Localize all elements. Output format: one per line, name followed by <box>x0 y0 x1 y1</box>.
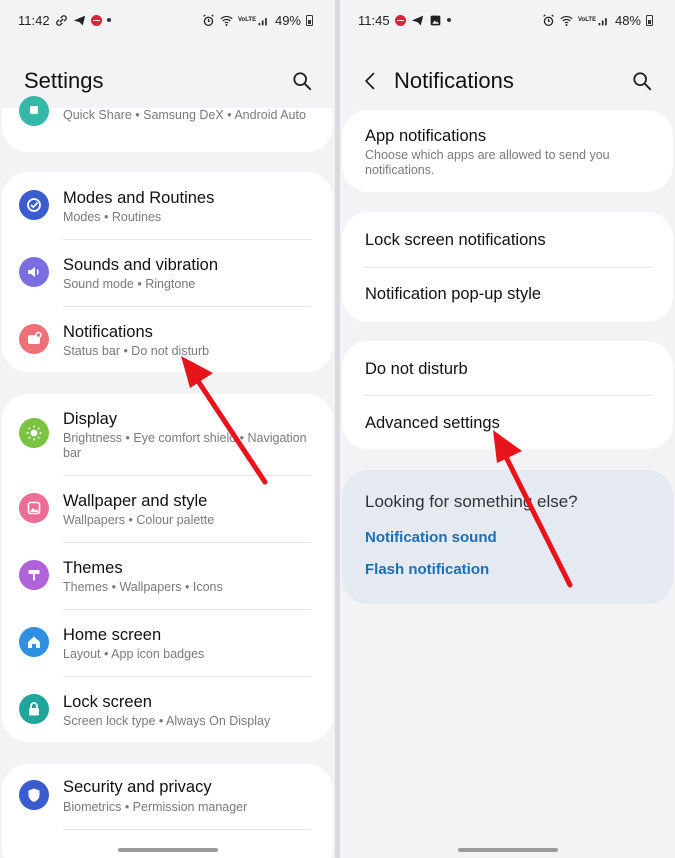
alarm-icon <box>202 13 215 27</box>
status-time: 11:45 <box>358 12 390 28</box>
app-notifications-card: App notifications Choose which apps are … <box>342 110 673 192</box>
wallpaper-icon <box>19 493 49 523</box>
suggestions-card: Looking for something else? Notification… <box>342 470 673 604</box>
search-icon[interactable] <box>291 70 313 92</box>
settings-screen: 11:42 VoLTE 49% Settings Quick Share • S… <box>0 0 335 858</box>
item-title: Lock screen <box>63 693 152 711</box>
app-notifications-item[interactable]: App notifications Choose which apps are … <box>342 110 673 192</box>
display-icon <box>19 418 49 448</box>
app-header: Settings <box>0 60 335 102</box>
volte-label: VoLTE <box>577 17 597 23</box>
item-subtitle: Sound mode • Ringtone <box>63 277 196 291</box>
divider <box>63 829 311 830</box>
back-arrow-icon[interactable] <box>360 69 382 93</box>
advanced-settings-item[interactable]: Advanced settings <box>342 395 673 449</box>
sound-icon <box>19 257 49 287</box>
item-subtitle: Biometrics • Permission manager <box>63 800 248 814</box>
flash-notification-link[interactable]: Flash notification <box>365 561 489 578</box>
settings-group-2: Display Brightness • Eye comfort shield … <box>2 394 333 742</box>
item-subtitle: Status bar • Do not disturb <box>63 344 210 358</box>
more-notifications-dot-icon <box>446 18 451 22</box>
settings-item-lock-screen[interactable]: Lock screen Screen lock type • Always On… <box>2 676 333 742</box>
notification-popup-style-item[interactable]: Notification pop-up style <box>342 267 673 322</box>
item-title: Themes <box>63 559 123 577</box>
battery-percent: 49% <box>274 12 301 28</box>
app-header: Notifications <box>340 60 675 102</box>
telegram-icon <box>411 14 424 27</box>
do-not-disturb-icon <box>90 14 102 26</box>
settings-item-sounds-and-vibration[interactable]: Sounds and vibration Sound mode • Ringto… <box>2 239 333 306</box>
settings-item-wallpaper-and-style[interactable]: Wallpaper and style Wallpapers • Colour … <box>2 475 333 542</box>
battery-icon <box>306 14 313 26</box>
item-title: Home screen <box>63 626 162 644</box>
item-title: Notification pop-up style <box>365 285 542 303</box>
notification-icon <box>19 324 49 354</box>
notification-sound-link[interactable]: Notification sound <box>365 529 497 546</box>
wifi-icon <box>220 14 233 27</box>
home-icon <box>19 627 49 657</box>
item-title: Sounds and vibration <box>63 256 219 274</box>
settings-group-3: Security and privacy Biometrics • Permis… <box>2 764 333 858</box>
do-not-disturb-item[interactable]: Do not disturb <box>342 341 673 395</box>
modes-icon <box>19 190 49 220</box>
more-notifications-dot-icon <box>106 18 111 22</box>
item-subtitle: Brightness • Eye comfort shield • Naviga… <box>63 431 307 460</box>
item-title: Display <box>63 410 118 428</box>
search-icon[interactable] <box>631 70 653 92</box>
navigation-handle[interactable] <box>117 848 218 852</box>
dnd-advanced-card: Do not disturb Advanced settings <box>342 341 673 449</box>
item-title: Do not disturb <box>365 360 468 378</box>
item-title: Security and privacy <box>63 778 212 796</box>
themes-icon <box>19 560 49 590</box>
page-title: Settings <box>24 68 104 93</box>
settings-item-display[interactable]: Display Brightness • Eye comfort shield … <box>2 394 333 475</box>
item-subtitle: Layout • App icon badges <box>63 647 205 661</box>
telegram-icon <box>73 14 86 27</box>
navigation-handle[interactable] <box>457 848 558 852</box>
connected-devices-card[interactable]: Quick Share • Samsung DeX • Android Auto <box>2 96 333 152</box>
settings-item-modes-and-routines[interactable]: Modes and Routines Modes • Routines <box>2 172 333 239</box>
page-title: Notifications <box>394 68 514 93</box>
item-subtitle: Screen lock type • Always On Display <box>63 714 271 728</box>
status-bar: 11:42 VoLTE 49% <box>0 0 335 40</box>
lockscreen-popup-card: Lock screen notifications Notification p… <box>342 212 673 322</box>
item-title: Modes and Routines <box>63 189 215 207</box>
signal-icon <box>597 14 610 27</box>
settings-item-themes[interactable]: Themes Themes • Wallpapers • Icons <box>2 542 333 609</box>
gallery-icon <box>429 14 442 27</box>
item-title: App notifications <box>365 127 487 145</box>
status-bar: 11:45 VoLTE 48% <box>340 0 675 40</box>
item-subtitle: Choose which apps are allowed to send yo… <box>365 148 610 177</box>
volte-label: VoLTE <box>237 17 257 23</box>
item-title: Lock screen notifications <box>365 231 546 249</box>
shield-icon <box>19 780 49 810</box>
item-subtitle: Themes • Wallpapers • Icons <box>63 580 223 594</box>
lock-screen-notifications-item[interactable]: Lock screen notifications <box>342 212 673 267</box>
item-subtitle: Modes • Routines <box>63 210 162 224</box>
suggestions-title: Looking for something else? <box>365 492 578 511</box>
status-time: 11:42 <box>18 12 50 28</box>
link-icon <box>55 14 68 27</box>
connected-devices-icon <box>19 96 49 126</box>
item-subtitle: Wallpapers • Colour palette <box>63 513 215 527</box>
notifications-screen: 11:45 VoLTE 48% Notifications App notifi… <box>340 0 675 858</box>
connected-devices-item[interactable]: Quick Share • Samsung DeX • Android Auto <box>2 96 333 152</box>
settings-item-security-and-privacy[interactable]: Security and privacy Biometrics • Permis… <box>2 764 333 831</box>
alarm-icon <box>542 13 555 27</box>
wifi-icon <box>560 14 573 27</box>
item-title: Advanced settings <box>365 414 500 432</box>
lock-icon <box>19 694 49 724</box>
connected-devices-subtitle: Quick Share • Samsung DeX • Android Auto <box>63 108 306 122</box>
item-title: Notifications <box>63 323 153 341</box>
battery-percent: 48% <box>614 12 641 28</box>
settings-item-notifications[interactable]: Notifications Status bar • Do not distur… <box>2 306 333 372</box>
battery-icon <box>646 14 653 26</box>
settings-item-home-screen[interactable]: Home screen Layout • App icon badges <box>2 609 333 676</box>
signal-icon <box>257 14 270 27</box>
do-not-disturb-icon <box>394 14 406 26</box>
settings-group-1: Modes and Routines Modes • Routines Soun… <box>2 172 333 372</box>
item-title: Wallpaper and style <box>63 492 208 510</box>
